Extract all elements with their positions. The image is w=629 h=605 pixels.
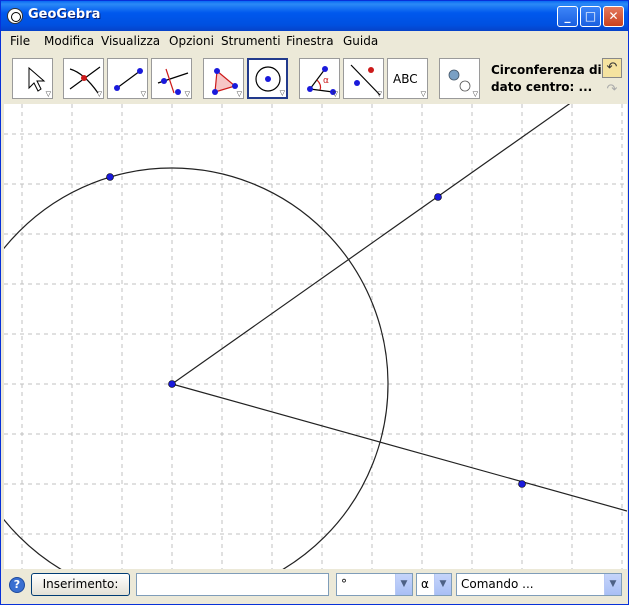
tool-text[interactable]: ABC ▽ — [387, 58, 428, 99]
tool-polygon[interactable]: ▽ — [203, 58, 244, 99]
tool-help-line1: Circonferenza di — [491, 63, 602, 77]
ray-lower[interactable] — [171, 383, 627, 512]
point-on-upper-ray[interactable] — [434, 193, 442, 201]
degree-combo-value: ° — [341, 577, 347, 591]
geogebra-window: GeoGebra _ □ ✕ File Modifica Visualizza … — [0, 0, 629, 605]
grid — [4, 104, 627, 569]
undo-button[interactable]: ↶ — [602, 58, 622, 78]
point-on-lower-ray[interactable] — [518, 480, 526, 488]
menu-file[interactable]: File — [10, 34, 30, 48]
circle-object[interactable] — [4, 167, 389, 569]
menu-modifica[interactable]: Modifica — [44, 34, 94, 48]
graphics-svg[interactable] — [4, 104, 627, 569]
tool-dropdown-icon[interactable]: ▽ — [141, 90, 146, 98]
input-button[interactable]: Inserimento: — [31, 573, 130, 596]
tool-dropdown-icon[interactable]: ▽ — [333, 90, 338, 98]
menu-opzioni[interactable]: Opzioni — [169, 34, 214, 48]
tool-dropdown-icon[interactable]: ▽ — [97, 90, 102, 98]
command-combo-value: Comando ... — [461, 577, 534, 591]
tool-intersect[interactable]: ▽ — [63, 58, 104, 99]
redo-icon: ↷ — [606, 82, 618, 97]
svg-text:ABC: ABC — [393, 72, 418, 86]
point-center[interactable] — [168, 380, 176, 388]
maximize-button[interactable]: □ — [580, 6, 601, 27]
input-bar: ? Inserimento: ° ▼ α ▼ Comando ... ▼ — [1, 569, 628, 604]
tool-dropdown-icon[interactable]: ▽ — [280, 89, 285, 97]
command-combo[interactable]: Comando ... ▼ — [456, 573, 622, 596]
tool-help-text: Circonferenza di dato centro: ... — [491, 62, 602, 96]
tool-help-line2: dato centro: ... — [491, 80, 593, 94]
menu-strumenti[interactable]: Strumenti — [221, 34, 281, 48]
greek-combo-value: α — [421, 577, 429, 591]
tool-dropdown-icon[interactable]: ▽ — [46, 90, 51, 98]
chevron-down-icon[interactable]: ▼ — [395, 574, 412, 595]
input-field[interactable] — [136, 573, 329, 596]
greek-letter-combo[interactable]: α ▼ — [416, 573, 452, 596]
minimize-button[interactable]: _ — [557, 6, 578, 27]
chevron-down-icon[interactable]: ▼ — [434, 574, 451, 595]
tool-dropdown-icon[interactable]: ▽ — [421, 90, 426, 98]
tool-dropdown-icon[interactable]: ▽ — [185, 90, 190, 98]
undo-icon: ↶ — [606, 60, 618, 75]
geogebra-app-icon — [7, 8, 23, 24]
menu-finestra[interactable]: Finestra — [286, 34, 334, 48]
chevron-down-icon[interactable]: ▼ — [604, 574, 621, 595]
help-icon[interactable]: ? — [9, 577, 25, 593]
menu-guida[interactable]: Guida — [343, 34, 378, 48]
menu-visualizza[interactable]: Visualizza — [101, 34, 160, 48]
degree-symbol-combo[interactable]: ° ▼ — [336, 573, 413, 596]
tool-slider[interactable]: ▽ — [439, 58, 480, 99]
tool-reflect[interactable]: ▽ — [343, 58, 384, 99]
close-button[interactable]: ✕ — [603, 6, 624, 27]
tool-dropdown-icon[interactable]: ▽ — [237, 90, 242, 98]
redo-button[interactable]: ↷ — [602, 81, 622, 101]
tool-dropdown-icon[interactable]: ▽ — [377, 90, 382, 98]
toolbar: ▽ ▽ ▽ ▽ ▽ ▽ α ▽ ▽ ABC ▽ ▽ Circonferenza … — [1, 52, 628, 104]
title-bar[interactable]: GeoGebra _ □ ✕ — [1, 1, 628, 31]
window-title: GeoGebra — [28, 7, 101, 22]
tool-move[interactable]: ▽ — [12, 58, 53, 99]
tool-angle[interactable]: α ▽ — [299, 58, 340, 99]
tool-dropdown-icon[interactable]: ▽ — [473, 90, 478, 98]
graphics-view[interactable] — [4, 104, 627, 569]
tool-circle-center[interactable]: ▽ — [247, 58, 288, 99]
tool-segment[interactable]: ▽ — [107, 58, 148, 99]
svg-text:α: α — [323, 76, 329, 86]
tool-perpendicular[interactable]: ▽ — [151, 58, 192, 99]
point-on-circle[interactable] — [106, 173, 114, 181]
menu-bar: File Modifica Visualizza Opzioni Strumen… — [1, 31, 628, 52]
